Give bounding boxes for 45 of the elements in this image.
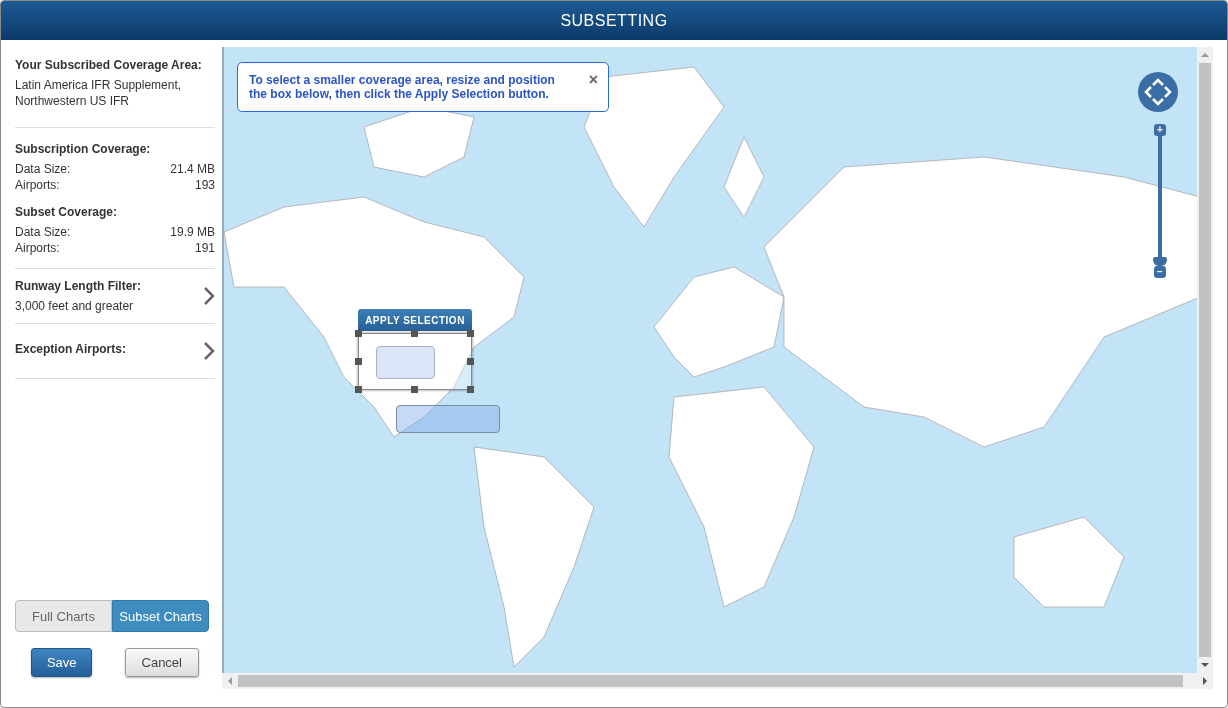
stat-label: Airports: bbox=[15, 177, 60, 193]
resize-handle[interactable] bbox=[355, 386, 362, 393]
vertical-scrollbar[interactable] bbox=[1197, 47, 1213, 673]
chart-mode-toggle[interactable]: Full Charts bbox=[15, 600, 112, 632]
section-heading: Subscription Coverage: bbox=[15, 142, 152, 156]
zoom-out-button[interactable]: − bbox=[1154, 266, 1166, 278]
resize-handle[interactable] bbox=[467, 386, 474, 393]
stat-label: Airports: bbox=[15, 240, 60, 256]
section-heading: Subset Coverage: bbox=[15, 205, 119, 219]
chart-mode-toggle[interactable]: Subset Charts bbox=[112, 600, 209, 632]
resize-handle[interactable] bbox=[467, 358, 474, 365]
scroll-up-icon[interactable] bbox=[1201, 51, 1209, 59]
window-title: SUBSETTING bbox=[560, 11, 668, 30]
filter-value: 3,000 feet and greater bbox=[15, 297, 135, 314]
scroll-left-icon[interactable] bbox=[226, 677, 234, 685]
selection-box[interactable] bbox=[358, 333, 472, 390]
resize-handle[interactable] bbox=[411, 330, 418, 337]
pan-arrows-icon bbox=[1144, 78, 1172, 106]
coverage-heading: Your Subscribed Coverage Area: bbox=[15, 58, 203, 72]
zoom-in-button[interactable]: + bbox=[1154, 124, 1166, 136]
instruction-text: To select a smaller coverage area, resize and position the box below, then click the Apply Selection button. bbox=[249, 73, 556, 101]
horizontal-scrollbar[interactable] bbox=[222, 673, 1213, 689]
filter-heading: Exception Airports: bbox=[15, 341, 126, 356]
coverage-value: Latin America IFR Supplement, Northwestern US IFR bbox=[15, 77, 183, 109]
chevron-right-icon[interactable] bbox=[203, 286, 215, 306]
scroll-down-icon[interactable] bbox=[1201, 661, 1209, 669]
stat-label: Data Size: bbox=[15, 161, 71, 177]
resize-handle[interactable] bbox=[355, 358, 362, 365]
stat-value: 191 bbox=[194, 240, 215, 256]
stat-value: 193 bbox=[194, 177, 215, 193]
cancel-button[interactable]: Cancel bbox=[124, 648, 199, 677]
resize-handle[interactable] bbox=[355, 330, 362, 337]
close-button[interactable]: × bbox=[588, 73, 598, 87]
zoom-thumb[interactable] bbox=[1153, 257, 1167, 266]
stat-label: Data Size: bbox=[15, 224, 71, 240]
pan-control[interactable] bbox=[1138, 72, 1178, 112]
chevron-right-icon[interactable] bbox=[203, 341, 215, 361]
stat-value: 19.9 MB bbox=[170, 224, 215, 240]
apply-selection-button[interactable]: APPLY SELECTION bbox=[358, 309, 472, 331]
scroll-right-icon[interactable] bbox=[1201, 677, 1209, 685]
resize-handle[interactable] bbox=[411, 386, 418, 393]
save-button[interactable]: Save bbox=[31, 648, 93, 677]
stat-value: 21.4 MB bbox=[170, 161, 215, 177]
filter-heading: Runway Length Filter: bbox=[15, 278, 141, 293]
resize-handle[interactable] bbox=[467, 330, 474, 337]
